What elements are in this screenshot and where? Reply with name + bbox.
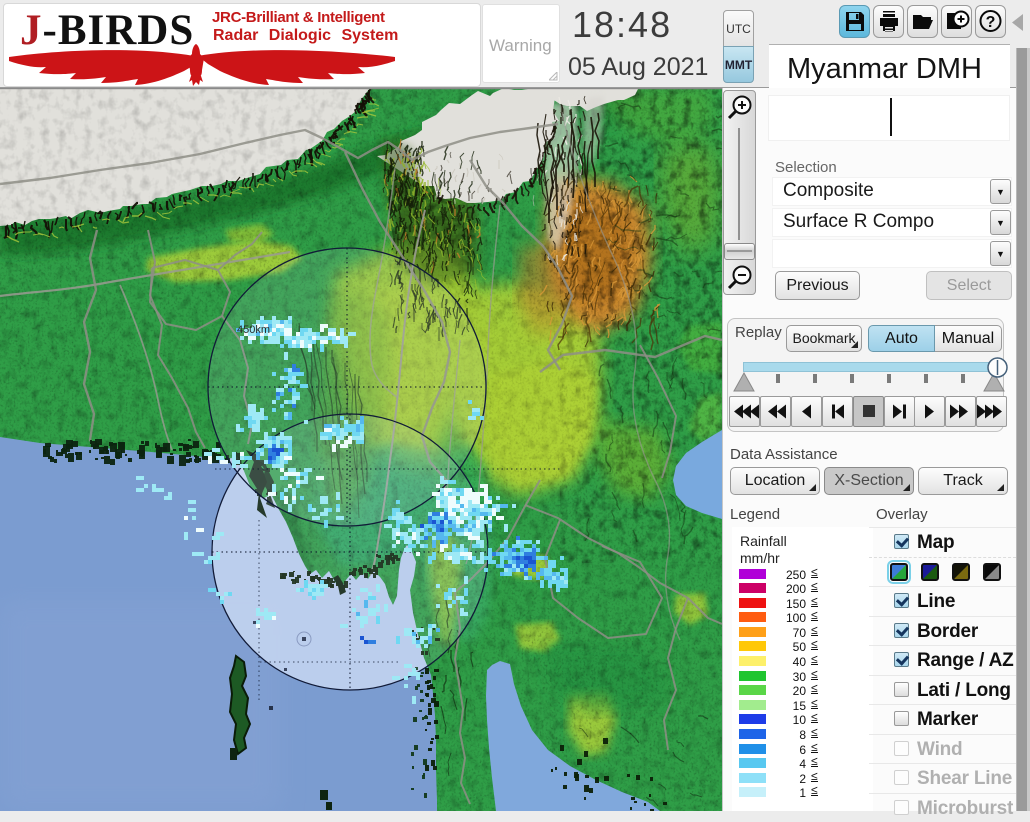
svg-text:?: ? bbox=[986, 14, 996, 31]
svg-text:450km: 450km bbox=[237, 324, 270, 336]
